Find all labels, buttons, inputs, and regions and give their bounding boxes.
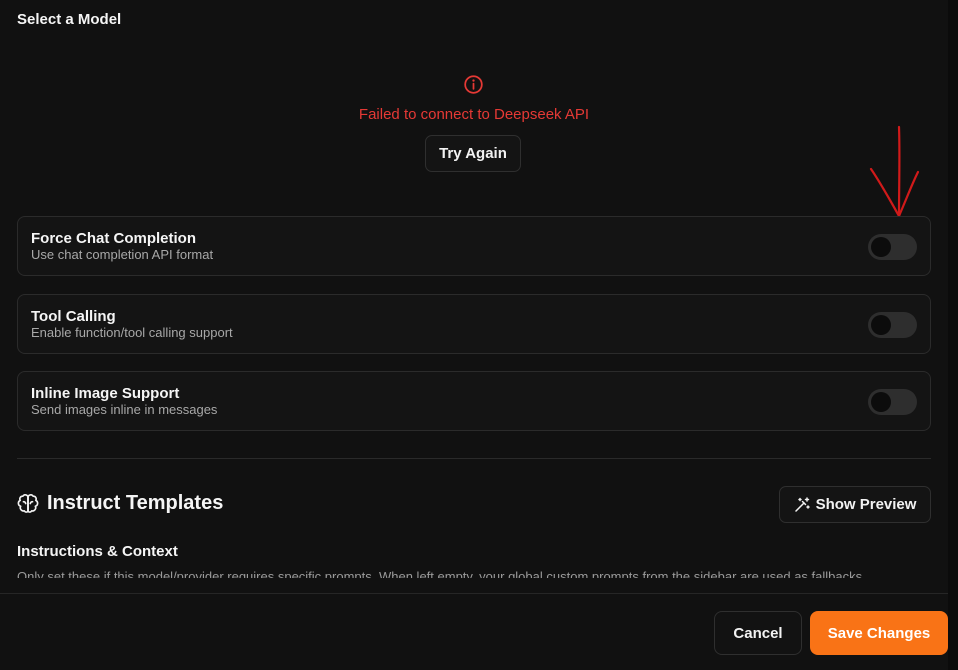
magic-wand-icon [794,496,810,512]
setting-inline-image-support: Inline Image Support Send images inline … [17,371,931,431]
setting-tool-calling: Tool Calling Enable function/tool callin… [17,294,931,354]
tool-calling-toggle[interactable] [868,312,917,338]
setting-description: Use chat completion API format [31,247,214,262]
instructions-description-clip: Only set these if this model/provider re… [17,565,931,578]
brain-icon [17,494,39,513]
toggle-knob [871,237,891,257]
instructions-description: Only set these if this model/provider re… [17,569,866,578]
force-chat-completion-toggle[interactable] [868,234,917,260]
show-preview-label: Show Preview [815,496,917,513]
setting-name: Tool Calling [31,308,116,325]
section-title: Select a Model [17,11,122,28]
setting-description: Send images inline in messages [31,402,218,417]
setting-name: Force Chat Completion [31,230,197,247]
toggle-knob [871,315,891,335]
info-circle-icon [464,75,483,94]
toggle-knob [871,392,891,412]
inline-image-support-toggle[interactable] [868,389,917,415]
save-changes-button[interactable]: Save Changes [810,611,948,655]
instruct-templates-title: Instruct Templates [47,492,224,514]
annotation-arrow-icon [869,125,920,218]
show-preview-button[interactable]: Show Preview [779,486,931,523]
setting-force-chat-completion: Force Chat Completion Use chat completio… [17,216,931,276]
setting-name: Inline Image Support [31,385,180,402]
instructions-context-title: Instructions & Context [17,543,178,560]
footer-divider [0,593,948,594]
section-divider [17,458,931,459]
error-message: Failed to connect to Deepseek API [358,106,590,123]
window-edge [948,0,958,670]
try-again-button[interactable]: Try Again [425,135,521,172]
model-settings-panel: Select a Model Failed to connect to Deep… [0,0,958,670]
setting-description: Enable function/tool calling support [31,325,233,340]
cancel-button[interactable]: Cancel [714,611,802,655]
